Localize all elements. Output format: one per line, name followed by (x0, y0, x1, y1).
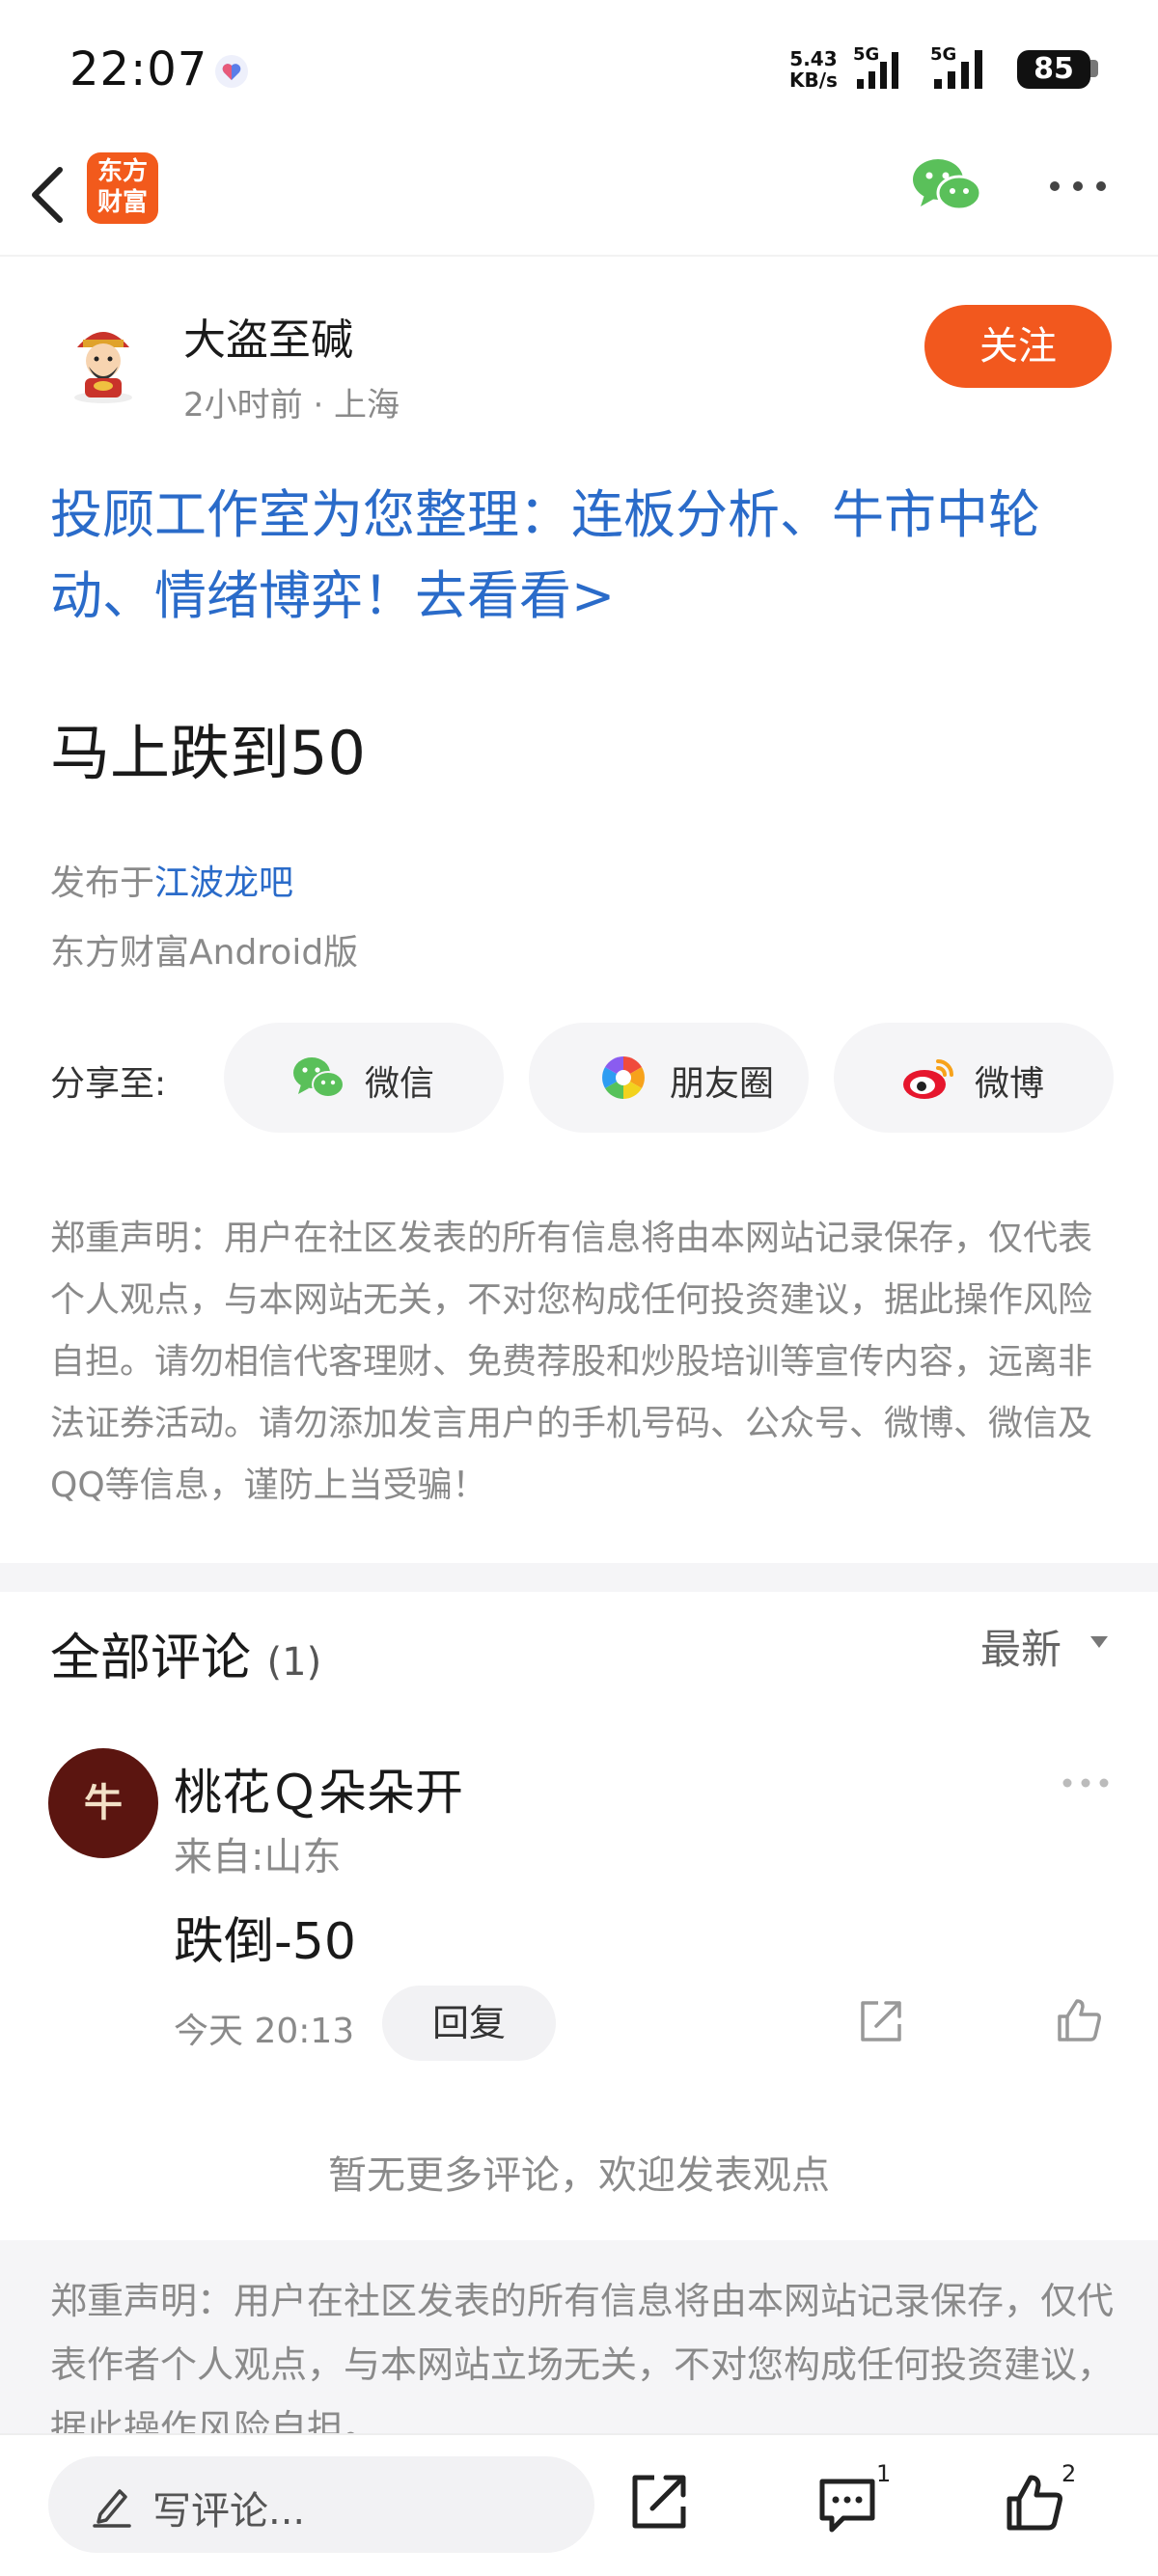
commenter-avatar[interactable]: 牛 (48, 1748, 158, 1858)
share-weibo-label: 微博 (975, 1064, 1045, 1104)
app-logo: 东方 财富 (87, 152, 158, 224)
comment-text: 跌倒-50 (174, 1913, 356, 1971)
signal-2: 5G (930, 44, 1007, 95)
write-comment-input[interactable]: 写评论... (48, 2456, 594, 2553)
author-avatar[interactable] (60, 318, 147, 405)
bar-link[interactable]: 江波龙吧 (154, 863, 293, 903)
share-icon[interactable] (629, 2472, 689, 2532)
footer-disclaimer-text: 郑重声明：用户在社区发表的所有信息将由本网站记录保存，仅代表作者个人观点，与本网… (50, 2280, 1115, 2433)
logo-line1: 东方 (96, 157, 148, 186)
bottom-bar: 写评论... 1 2 (0, 2433, 1158, 2576)
battery-indicator: 85 (1017, 50, 1090, 89)
net-speed-unit: KB/s (789, 69, 838, 92)
signal-2-label: 5G (930, 44, 957, 65)
moments-icon (602, 1056, 645, 1099)
logo-line2: 财富 (96, 188, 148, 217)
like-icon[interactable] (1004, 2472, 1065, 2534)
share-wechat-button[interactable]: 微信 (224, 1023, 504, 1133)
sort-dropdown[interactable]: 最新 (980, 1617, 1062, 1676)
like-count-badge: 2 (1062, 2460, 1077, 2487)
status-bar: 22:07 5.43 KB/s 5G 5G 85 (0, 0, 1158, 135)
more-icon[interactable] (1048, 179, 1108, 193)
comments-count: (1) (266, 1640, 322, 1685)
author-meta: 2小时前 · 上海 (183, 386, 400, 425)
comment-count-badge: 1 (876, 2460, 892, 2487)
follow-button[interactable]: 关注 (924, 305, 1112, 388)
heart-icon (215, 55, 248, 88)
back-icon[interactable] (21, 156, 79, 233)
share-moments-label: 朋友圈 (670, 1064, 775, 1104)
comment-icon[interactable] (816, 2476, 878, 2534)
comment-time: 今天 20:13 (174, 2012, 355, 2051)
share-icon[interactable] (857, 1997, 905, 2045)
nav-bar: 东方 财富 (0, 135, 1158, 257)
more-icon[interactable] (1062, 1777, 1110, 1789)
pencil-icon (93, 2489, 131, 2528)
comments-title-text: 全部评论 (50, 1630, 252, 1687)
write-comment-placeholder: 写评论... (152, 2489, 306, 2534)
signal-1-label: 5G (853, 44, 880, 65)
like-icon[interactable] (1054, 1995, 1104, 2045)
status-time: 22:07 (69, 42, 208, 96)
signal-1: 5G (853, 44, 923, 95)
no-more-comments: 暂无更多评论，欢迎发表观点 (328, 2153, 830, 2198)
published-prefix: 发布于 (50, 863, 155, 903)
disclaimer: 郑重声明：用户在社区发表的所有信息将由本网站记录保存，仅代表个人观点，与本网站无… (50, 1219, 1093, 1505)
share-weibo-button[interactable]: 微博 (834, 1023, 1114, 1133)
footer-disclaimer: 郑重声明：用户在社区发表的所有信息将由本网站记录保存，仅代表作者个人观点，与本网… (0, 2240, 1158, 2433)
caret-down-icon[interactable] (1089, 1634, 1110, 1650)
reply-button[interactable]: 回复 (382, 1986, 556, 2061)
battery-tip (1090, 60, 1098, 77)
net-speed: 5.43 KB/s (789, 48, 838, 91)
comments-title: 全部评论 (1) (50, 1617, 321, 1689)
share-moments-button[interactable]: 朋友圈 (529, 1023, 809, 1133)
author-name[interactable]: 大盗至碱 (183, 305, 353, 367)
wechat-icon (293, 1057, 345, 1098)
commenter-location: 来自:山东 (174, 1835, 342, 1879)
commenter-name[interactable]: 桃花Ｑ朵朵开 (174, 1754, 463, 1823)
wechat-icon[interactable] (911, 156, 982, 214)
post-title: 马上跌到50 (50, 718, 366, 788)
share-wechat-label: 微信 (365, 1064, 435, 1104)
net-speed-value: 5.43 (789, 47, 838, 70)
published-in: 发布于江波龙吧 (50, 855, 293, 905)
promo-link[interactable]: 投顾工作室为您整理：连板分析、牛市中轮动、情绪博弈！去看看> (50, 475, 1121, 637)
share-label: 分享至: (50, 1064, 167, 1104)
post-client: 东方财富Android版 (50, 933, 359, 973)
section-divider (0, 1563, 1158, 1592)
weibo-icon (903, 1059, 953, 1099)
